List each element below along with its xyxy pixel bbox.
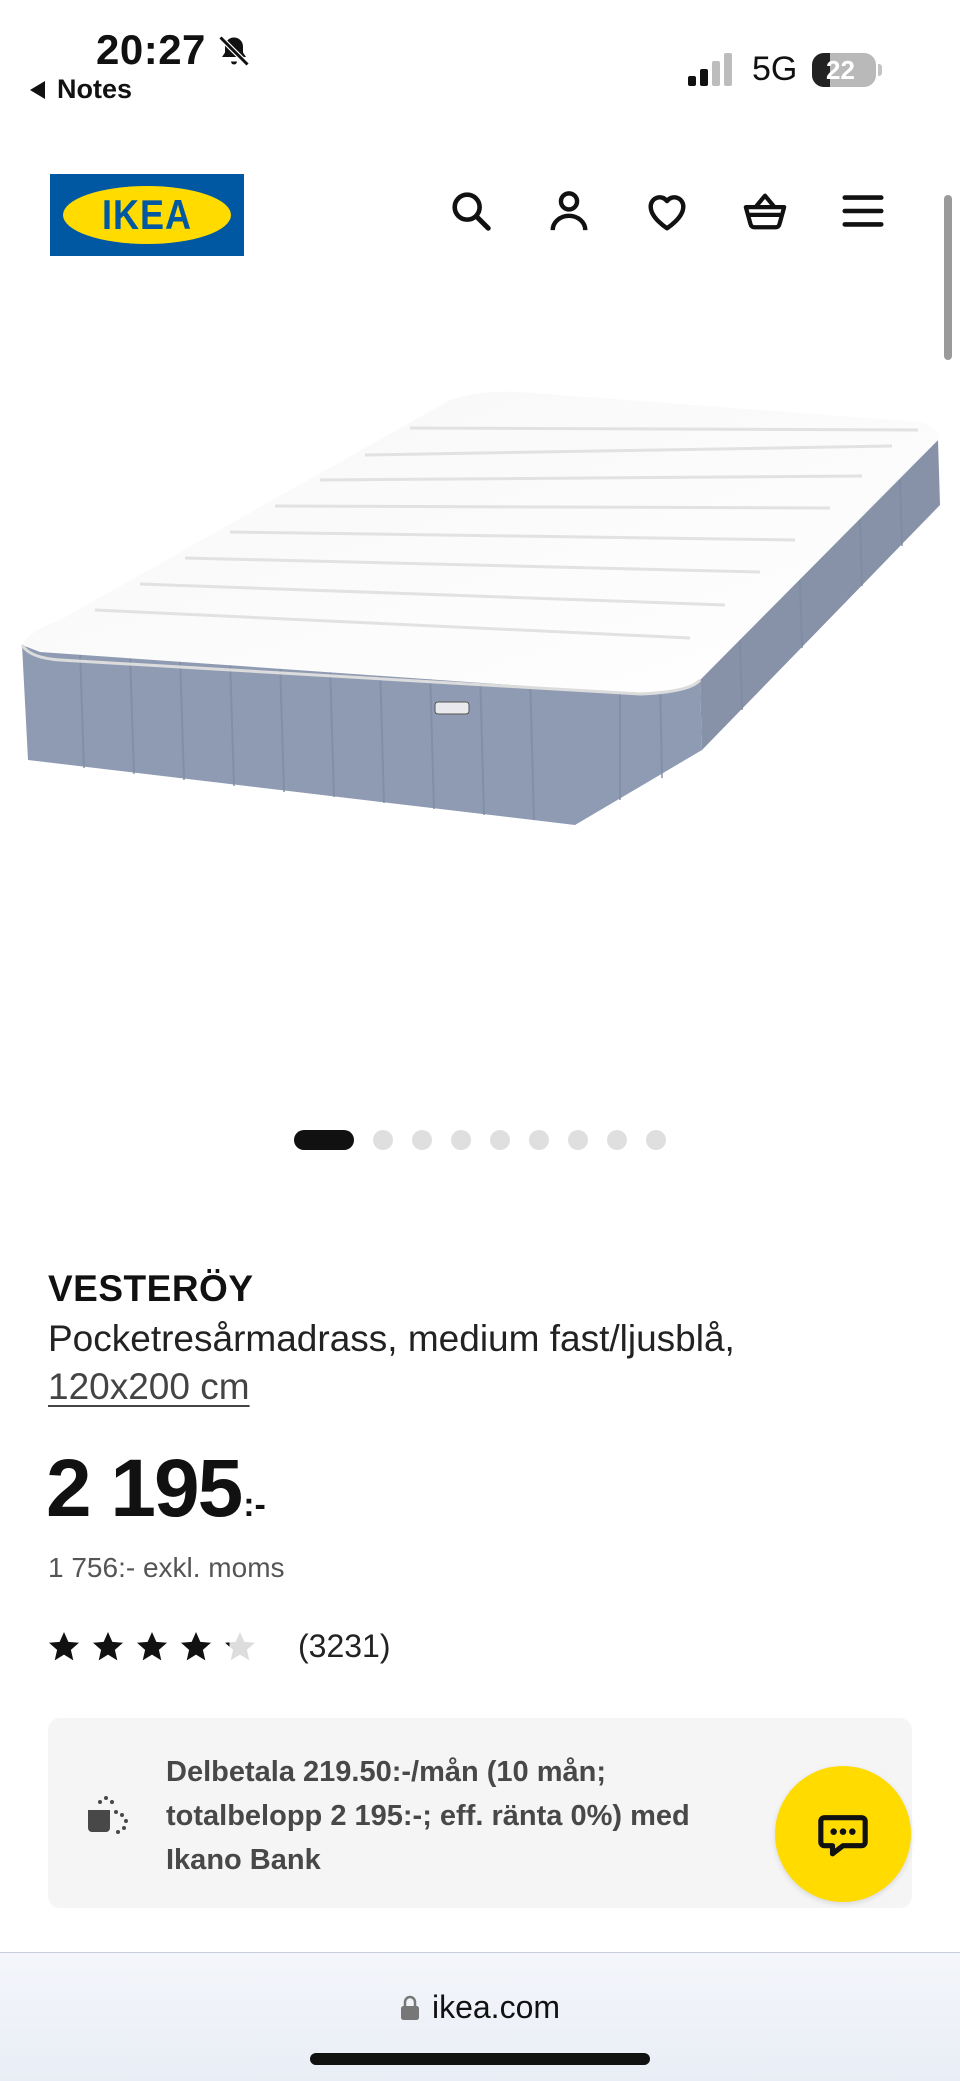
carousel-dot[interactable] — [451, 1130, 471, 1150]
star-partial-icon — [225, 1631, 255, 1660]
star-icon — [93, 1631, 123, 1660]
product-name: VESTERÖY — [48, 1268, 254, 1309]
battery-level: 22 — [826, 55, 855, 85]
logo-text: IKEA — [101, 190, 192, 238]
product-price: 2 195 :- — [46, 1448, 266, 1530]
url-domain: ikea.com — [431, 1989, 561, 2025]
price-excl-vat: 1 756:- exkl. moms — [48, 1552, 285, 1583]
account-icon[interactable] — [546, 188, 592, 234]
payment-plan-icon — [88, 1796, 128, 1834]
battery-icon: 22 — [812, 53, 876, 87]
star-icon — [137, 1631, 167, 1660]
clock: 20:27 — [96, 26, 206, 73]
carousel-dot-active[interactable] — [294, 1130, 354, 1150]
product-description: Pocketresårmadrass, medium fast/ljusblå, — [48, 1318, 735, 1359]
basket-icon[interactable] — [742, 188, 788, 234]
battery-tip — [878, 64, 882, 76]
carousel-pagination — [294, 1130, 666, 1150]
price-suffix: :- — [243, 1486, 266, 1524]
product-size-link[interactable]: 120x200 cm — [48, 1366, 250, 1408]
signal-icon — [688, 53, 732, 86]
ikea-logo[interactable]: IKEA — [50, 174, 244, 256]
carousel-dot[interactable] — [412, 1130, 432, 1150]
back-label: Notes — [57, 74, 133, 104]
review-count: (3231) — [298, 1628, 391, 1664]
carousel-dot[interactable] — [529, 1130, 549, 1150]
chat-icon — [818, 1815, 868, 1857]
back-to-notes-link[interactable]: Notes — [30, 74, 132, 105]
carousel-dot[interactable] — [490, 1130, 510, 1150]
carousel-dot[interactable] — [373, 1130, 393, 1150]
heart-icon[interactable] — [644, 188, 690, 234]
lock-icon — [400, 1995, 419, 2020]
product-rating[interactable]: (3231) — [46, 1628, 391, 1665]
home-indicator[interactable] — [310, 2053, 650, 2065]
carousel-dot[interactable] — [607, 1130, 627, 1150]
back-arrow-icon — [30, 80, 45, 99]
star-icon — [49, 1631, 79, 1660]
carousel-dot[interactable] — [568, 1130, 588, 1150]
carousel-dot[interactable] — [646, 1130, 666, 1150]
menu-icon[interactable] — [840, 188, 886, 234]
product-image[interactable] — [0, 300, 960, 980]
search-icon[interactable] — [448, 188, 494, 234]
chat-button[interactable] — [775, 1766, 911, 1902]
status-bar: 20:27 Notes 5G 22 — [0, 0, 960, 120]
price-amount: 2 195 — [46, 1443, 243, 1534]
browser-url-bar[interactable]: ikea.com — [0, 1952, 960, 2081]
bell-slash-icon — [218, 35, 250, 67]
installment-text: Delbetala 219.50:-/mån (10 mån; totalbel… — [166, 1756, 690, 1876]
network-type: 5G — [752, 50, 798, 88]
star-icon — [181, 1631, 211, 1660]
